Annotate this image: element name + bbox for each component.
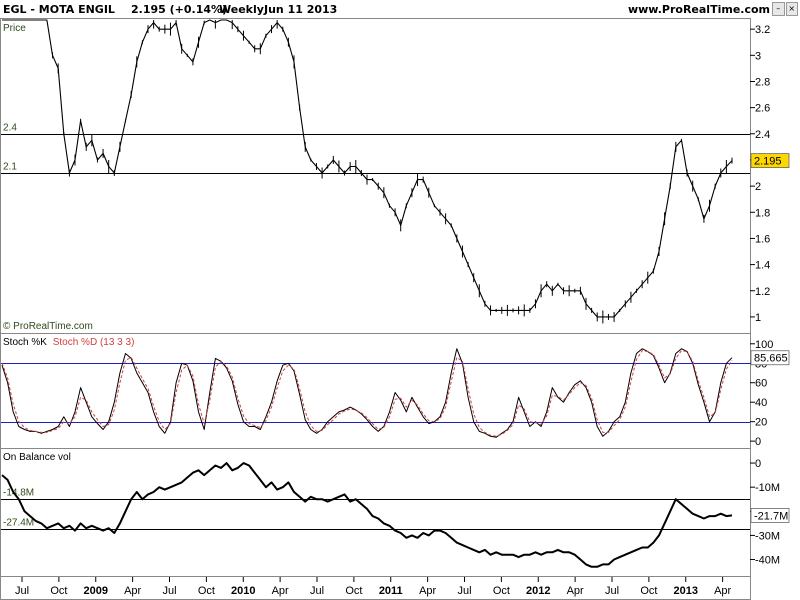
price-y-tick-label: 1 bbox=[755, 312, 761, 324]
x-tick-label: Oct bbox=[493, 585, 510, 597]
x-tick-label: Oct bbox=[198, 585, 215, 597]
x-tick-label: 2009 bbox=[84, 585, 108, 597]
price-y-tick-label: 3 bbox=[755, 50, 761, 62]
obv-y-tick-label: 0 bbox=[755, 458, 761, 470]
price-y-tick-label: 2.4 bbox=[755, 129, 770, 141]
price-y-tick-label: 3.2 bbox=[755, 24, 770, 36]
x-tick-label: Jul bbox=[162, 585, 176, 597]
stoch-y-tick-label: 40 bbox=[755, 397, 767, 409]
minimize-icon[interactable]: – bbox=[772, 2, 785, 16]
window-controls: – × bbox=[772, 2, 798, 16]
x-tick-label: Oct bbox=[640, 585, 657, 597]
price-panel-ylabel: Price bbox=[3, 23, 26, 34]
date-axis-frame bbox=[0, 576, 751, 600]
price-level-label: 2.1 bbox=[3, 162, 17, 173]
price-change: 2.195 (+0.14%) bbox=[131, 3, 228, 16]
chart-header: EGL - MOTA ENGIL 2.195 (+0.14%) Weekly J… bbox=[0, 0, 800, 18]
chart-window: 11.21.41.61.822.22.42.62.833.22.42.12.19… bbox=[0, 0, 800, 600]
x-tick-label: 2013 bbox=[674, 585, 698, 597]
x-tick-label: Apr bbox=[124, 585, 141, 597]
price-panel-frame bbox=[0, 18, 751, 334]
stoch-y-tick-label: 0 bbox=[755, 436, 761, 448]
x-tick-label: 2012 bbox=[526, 585, 550, 597]
price-y-tick-label: 1.8 bbox=[755, 207, 770, 219]
ticker-title: EGL - MOTA ENGIL bbox=[3, 3, 115, 16]
obv-level-label: -27.4M bbox=[3, 518, 34, 529]
obv-panel-title: On Balance vol bbox=[3, 452, 71, 463]
price-y-tick-label: 1.2 bbox=[755, 286, 770, 298]
stoch-panel-title: Stoch %K Stoch %D (13 3 3) bbox=[3, 337, 134, 348]
x-tick-label: Apr bbox=[567, 585, 584, 597]
stoch-panel-frame bbox=[0, 333, 751, 449]
obv-level-label: -14.8M bbox=[3, 488, 34, 499]
price-y-tick-label: 2 bbox=[755, 181, 761, 193]
price-y-tick-label: 2.8 bbox=[755, 76, 770, 88]
obv-last-value-label: -21.7M bbox=[754, 510, 788, 522]
price-y-tick-label: 2.6 bbox=[755, 103, 770, 115]
obv-panel-frame bbox=[0, 448, 751, 577]
x-tick-label: Jul bbox=[310, 585, 324, 597]
price-level-label: 2.4 bbox=[3, 123, 17, 134]
x-tick-label: 2011 bbox=[379, 585, 403, 597]
x-tick-label: Jul bbox=[457, 585, 471, 597]
stoch-last-value-label: 85.665 bbox=[754, 353, 788, 365]
obv-y-tick-label: -40M bbox=[755, 555, 780, 567]
obv-y-tick-label: -10M bbox=[755, 482, 780, 494]
price-last-value-label: 2.195 bbox=[754, 156, 782, 168]
watermark: © ProRealTime.com bbox=[3, 321, 93, 332]
obv-y-tick-label: -30M bbox=[755, 530, 780, 542]
price-y-tick-label: 1.6 bbox=[755, 233, 770, 245]
price-y-tick-label: 1.4 bbox=[755, 260, 770, 272]
site-link[interactable]: www.ProRealTime.com bbox=[628, 3, 770, 16]
x-tick-label: Apr bbox=[419, 585, 436, 597]
x-tick-label: Apr bbox=[272, 585, 289, 597]
date-label: Jun 11 2013 bbox=[264, 3, 338, 16]
stoch-y-tick-label: 60 bbox=[755, 378, 767, 390]
stoch-d-legend: Stoch %D (13 3 3) bbox=[53, 337, 135, 348]
period-label: Weekly bbox=[219, 3, 264, 16]
x-tick-label: Oct bbox=[345, 585, 362, 597]
x-tick-label: 2010 bbox=[231, 585, 255, 597]
stoch-y-tick-label: 100 bbox=[755, 339, 773, 351]
chart-canvas[interactable]: 11.21.41.61.822.22.42.62.833.22.42.12.19… bbox=[0, 0, 800, 600]
close-icon[interactable]: × bbox=[785, 2, 798, 16]
x-tick-label: Apr bbox=[714, 585, 731, 597]
stoch-y-tick-label: 20 bbox=[755, 417, 767, 429]
x-tick-label: Oct bbox=[50, 585, 67, 597]
x-tick-label: Jul bbox=[605, 585, 619, 597]
x-tick-label: Jul bbox=[15, 585, 29, 597]
stoch-k-legend: Stoch %K bbox=[3, 337, 47, 348]
